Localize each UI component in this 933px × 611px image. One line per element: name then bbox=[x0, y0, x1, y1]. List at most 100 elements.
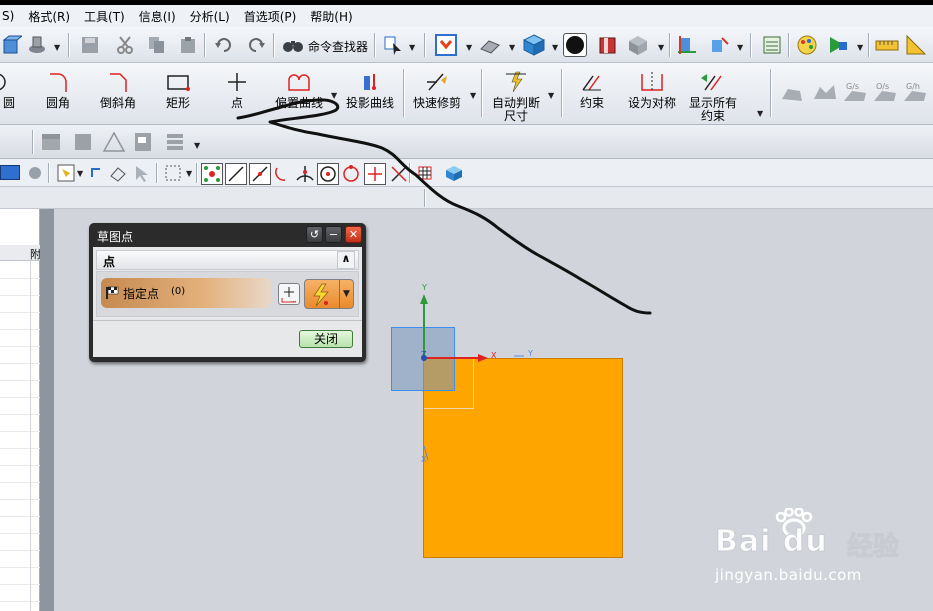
chevron-down-icon[interactable]: ▼ bbox=[857, 43, 863, 52]
collapse-chevron-icon[interactable]: ∧ bbox=[337, 251, 355, 269]
chevron-down-icon[interactable]: ▼ bbox=[757, 109, 763, 118]
tool-chamfer[interactable]: 倒斜角 bbox=[96, 67, 140, 110]
shaded-cube-icon[interactable] bbox=[522, 33, 546, 57]
snap-endpoints-icon[interactable] bbox=[201, 163, 223, 185]
tool-rectangle[interactable]: 矩形 bbox=[158, 67, 198, 110]
ruler-icon[interactable] bbox=[875, 33, 899, 57]
cube-open-icon[interactable] bbox=[0, 33, 24, 57]
sheet-disabled-icon[interactable] bbox=[132, 131, 156, 156]
eraser-icon[interactable] bbox=[108, 164, 128, 185]
navigator-row[interactable] bbox=[0, 483, 40, 500]
navigator-row[interactable] bbox=[0, 449, 40, 466]
tool-symmetric[interactable]: 设为对称 bbox=[624, 67, 680, 110]
dropdown-chevron-icon[interactable]: ▼ bbox=[339, 280, 353, 308]
play-selection-icon[interactable] bbox=[825, 33, 849, 57]
menu-item-analysis[interactable]: 分析(L) bbox=[190, 8, 238, 25]
navigator-row[interactable] bbox=[0, 466, 40, 483]
chevron-down-icon[interactable]: ▼ bbox=[509, 43, 515, 52]
layer-stack-icon[interactable] bbox=[760, 33, 784, 57]
point-group-header[interactable]: 点 ∧ bbox=[96, 250, 359, 270]
reset-icon[interactable]: ↺ bbox=[306, 226, 323, 243]
section-cube-icon[interactable] bbox=[596, 33, 620, 57]
chevron-down-icon[interactable]: ▼ bbox=[548, 91, 554, 100]
snap-midpoint-icon[interactable] bbox=[249, 163, 271, 185]
copy-icon[interactable] bbox=[145, 33, 169, 57]
chevron-down-icon[interactable]: ▼ bbox=[470, 91, 476, 100]
tool-auto-dimension[interactable]: 自动判断 尺寸 bbox=[488, 67, 544, 123]
save-icon[interactable] bbox=[78, 33, 102, 57]
menu-item-tools[interactable]: 工具(T) bbox=[84, 8, 133, 25]
feature-icon-2[interactable] bbox=[812, 83, 838, 106]
navigator-row[interactable] bbox=[0, 279, 40, 296]
chevron-down-icon[interactable]: ▼ bbox=[466, 43, 472, 52]
menu-item-help[interactable]: 帮助(H) bbox=[310, 8, 360, 25]
snap-existing-point-icon[interactable] bbox=[364, 163, 386, 185]
redo-icon[interactable] bbox=[244, 33, 268, 57]
navigator-row[interactable] bbox=[0, 262, 40, 279]
chevron-down-icon[interactable]: ▼ bbox=[552, 43, 558, 52]
tool-fillet[interactable]: 圆角 bbox=[38, 67, 78, 110]
snap-point-type-dropdown[interactable]: ▼ bbox=[304, 279, 354, 309]
navigator-row[interactable] bbox=[0, 551, 40, 568]
chevron-down-icon[interactable]: ▼ bbox=[77, 169, 83, 178]
navigator-row[interactable] bbox=[0, 534, 40, 551]
navigator-row[interactable] bbox=[0, 568, 40, 585]
command-finder-label[interactable]: 命令查找器 bbox=[308, 38, 368, 55]
snap-tangent-icon[interactable] bbox=[273, 164, 293, 187]
layers-disabled-icon[interactable] bbox=[164, 131, 188, 156]
feature-icon-5[interactable]: G/h bbox=[902, 81, 928, 106]
paste-icon[interactable] bbox=[176, 33, 200, 57]
navigator-row[interactable] bbox=[0, 364, 40, 381]
snap-quadrant-icon[interactable] bbox=[341, 164, 361, 187]
tool-circle[interactable]: 圆 bbox=[0, 67, 16, 110]
navigator-row[interactable] bbox=[0, 500, 40, 517]
snap-center-icon[interactable] bbox=[317, 163, 339, 185]
tool-project-curve[interactable]: 投影曲线 bbox=[343, 67, 397, 110]
chevron-down-icon[interactable]: ▼ bbox=[194, 141, 200, 150]
filter-dropdown-icon[interactable] bbox=[0, 165, 20, 180]
chevron-down-icon[interactable]: ▼ bbox=[54, 43, 60, 52]
menu-item-format[interactable]: 格式(R) bbox=[28, 8, 78, 25]
wcs-icon[interactable] bbox=[675, 33, 699, 57]
chevron-down-icon[interactable]: ▼ bbox=[737, 43, 743, 52]
fit-view-icon[interactable] bbox=[434, 33, 458, 57]
cut-icon[interactable] bbox=[113, 33, 137, 57]
navigator-row[interactable] bbox=[0, 585, 40, 602]
snap-line-icon[interactable] bbox=[225, 163, 247, 185]
binoculars-icon[interactable] bbox=[281, 33, 305, 57]
snap-settings-icon[interactable] bbox=[26, 164, 44, 185]
plate-disabled-icon[interactable] bbox=[72, 131, 96, 156]
navigator-row[interactable] bbox=[0, 330, 40, 347]
menu-item-info[interactable]: 信息(I) bbox=[139, 8, 184, 25]
triangle-icon[interactable] bbox=[102, 131, 126, 156]
tool-constraint[interactable]: 约束 bbox=[570, 67, 614, 110]
navigator-row[interactable] bbox=[0, 517, 40, 534]
navigator-row[interactable] bbox=[0, 381, 40, 398]
snap-intersection-icon[interactable] bbox=[295, 164, 315, 187]
grid-snap-icon[interactable] bbox=[417, 165, 433, 184]
navigator-row[interactable] bbox=[0, 398, 40, 415]
palette-icon[interactable] bbox=[795, 33, 819, 57]
save-stack-icon[interactable] bbox=[26, 33, 50, 57]
select-all-icon[interactable] bbox=[56, 163, 76, 186]
navigator-row[interactable] bbox=[0, 347, 40, 364]
blue-cube-icon[interactable] bbox=[444, 164, 464, 185]
navigator-row[interactable] bbox=[0, 415, 40, 432]
navigator-row[interactable] bbox=[0, 432, 40, 449]
point-dialog-button[interactable]: ... bbox=[278, 283, 300, 305]
close-button[interactable]: 关闭 bbox=[299, 330, 353, 348]
rect-select-icon[interactable] bbox=[164, 164, 184, 185]
cursor-disabled-icon[interactable] bbox=[132, 164, 152, 185]
view-orient-icon[interactable] bbox=[478, 33, 502, 57]
navigator-row[interactable] bbox=[0, 296, 40, 313]
tool-point[interactable]: 点 bbox=[222, 67, 252, 110]
navigator-row[interactable] bbox=[0, 313, 40, 330]
tool-quick-trim[interactable]: 快速修剪 bbox=[409, 67, 465, 110]
undo-icon[interactable] bbox=[212, 33, 236, 57]
minimize-icon[interactable]: − bbox=[325, 226, 342, 243]
menu-item-preferences[interactable]: 首选项(P) bbox=[244, 8, 305, 25]
grey-cube-icon[interactable] bbox=[626, 33, 650, 57]
select-filter-icon[interactable] bbox=[381, 33, 405, 57]
menu-item-partial[interactable]: S) bbox=[2, 9, 22, 23]
csys-icon[interactable] bbox=[707, 33, 731, 57]
